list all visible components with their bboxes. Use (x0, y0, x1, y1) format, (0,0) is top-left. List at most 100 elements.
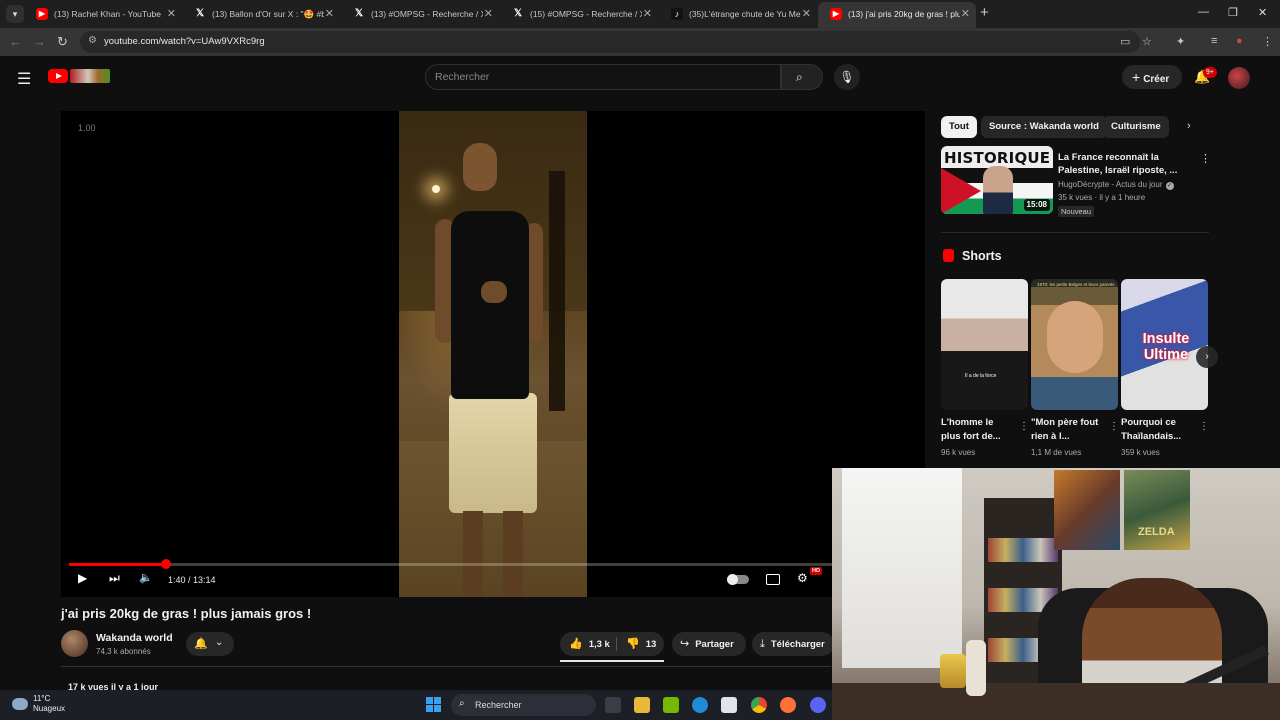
short-card[interactable]: Insulte Ultime Pourquoi ce Thaïlandais..… (1121, 279, 1209, 457)
volume-icon[interactable]: 🔈 (139, 571, 153, 584)
video-frame[interactable] (399, 111, 587, 597)
channel-name[interactable]: Wakanda world (96, 632, 173, 644)
like-button[interactable]: 👍 1,3 k (569, 638, 610, 650)
windows-start-icon[interactable] (426, 697, 442, 713)
share-button[interactable]: ↪ Partager (672, 632, 746, 656)
chevron-right-icon[interactable]: › (1196, 346, 1218, 368)
progress-bar[interactable] (69, 559, 839, 569)
short-title[interactable]: L'homme le plus fort de... (941, 416, 1013, 444)
next-icon[interactable]: ⏭ (109, 571, 120, 586)
browser-tab-1[interactable]: ▶ (13) Rachel Khan - YouTube ✕ (24, 3, 182, 25)
weather-condition[interactable]: Nuageux (33, 704, 65, 713)
chip-culturisme[interactable]: Culturisme (1103, 116, 1169, 138)
profile-icon[interactable]: ● (1236, 35, 1243, 47)
short-card[interactable]: 1970: les petits Belges et leurs parents… (1031, 279, 1119, 457)
browser-tab-5[interactable]: ♪ (35)L'étrange chute de Yu Meng ✕ (659, 3, 817, 25)
short-thumbnail[interactable]: 1970: les petits Belges et leurs parents (1031, 279, 1118, 410)
settings-gear-icon[interactable]: ⚙ (797, 571, 808, 585)
chevron-down-icon: ⌄ (215, 637, 224, 648)
firefox-icon[interactable] (780, 697, 796, 713)
short-thumbnail[interactable]: Insulte Ultime (1121, 279, 1208, 410)
voice-search-icon[interactable]: 🎙 (834, 64, 860, 90)
close-tab-icon[interactable]: ✕ (167, 3, 176, 25)
task-view-icon[interactable] (605, 697, 621, 713)
plus-icon: + (1132, 69, 1141, 85)
chip-source[interactable]: Source : Wakanda world (981, 116, 1107, 138)
site-info-icon[interactable]: ⚙ (88, 35, 97, 46)
video-title: j'ai pris 20kg de gras ! plus jamais gro… (61, 606, 312, 621)
forward-icon[interactable]: → (33, 34, 46, 49)
chevron-right-icon[interactable]: › (1187, 120, 1191, 132)
thumbnail-face (1047, 301, 1103, 373)
account-avatar[interactable] (1228, 67, 1250, 89)
weather-temperature[interactable]: 11°C (33, 694, 50, 703)
close-tab-icon[interactable]: ✕ (961, 2, 970, 26)
browser-tab-4[interactable]: 𝕏 (15) #OMPSG - Recherche / X ✕ (500, 3, 658, 25)
close-tab-icon[interactable]: ✕ (484, 3, 493, 25)
search-input[interactable]: Rechercher (425, 64, 781, 90)
play-icon[interactable]: ▶ (78, 571, 87, 585)
short-views: 96 k vues (941, 448, 976, 457)
recommended-title[interactable]: La France reconnaît la Palestine, Israël… (1058, 151, 1188, 177)
new-tab-icon[interactable]: + (980, 4, 989, 21)
close-tab-icon[interactable]: ✕ (325, 3, 334, 25)
reload-icon[interactable]: ↻ (57, 34, 68, 50)
recommended-thumbnail[interactable]: HISTORIQUE 15:08 (941, 146, 1053, 214)
chip-tout[interactable]: Tout (941, 116, 977, 138)
short-caption: 1970: les petits Belges et leurs parents (1037, 282, 1115, 287)
youtube-icon: ▶ (830, 8, 842, 20)
more-options-icon[interactable]: ⋮ (1200, 152, 1211, 165)
search-button[interactable]: ⌕ (781, 64, 823, 90)
video-player[interactable]: 1.00 ▶ ⏭ 🔈 1:40 / 13:14 ⚙ HD (61, 111, 925, 597)
channel-avatar[interactable] (61, 630, 88, 657)
bookmark-star-icon[interactable]: ☆ (1142, 35, 1152, 48)
short-title[interactable]: "Mon père fout rien à l... (1031, 416, 1103, 444)
back-icon[interactable]: ← (9, 34, 22, 49)
more-options-icon[interactable]: ⋮ (1109, 421, 1119, 432)
address-bar[interactable]: ⚙ youtube.com/watch?v=UAw9VXRc9rg (80, 31, 1140, 53)
more-options-icon[interactable]: ⋮ (1019, 421, 1029, 432)
browser-tab-3[interactable]: 𝕏 (13) #OMPSG - Recherche / X ✕ (341, 3, 499, 25)
street-pole (549, 171, 565, 411)
nvidia-icon[interactable] (663, 697, 679, 713)
x-icon: 𝕏 (513, 8, 523, 19)
close-tab-icon[interactable]: ✕ (802, 3, 811, 25)
short-title[interactable]: Pourquoi ce Thaïlandais... (1121, 416, 1193, 444)
shelf-row (988, 538, 1058, 562)
person-tank-top (451, 211, 529, 399)
minimize-icon[interactable]: — (1198, 6, 1209, 18)
edge-icon[interactable] (692, 697, 708, 713)
more-options-icon[interactable]: ⋮ (1199, 421, 1209, 432)
subscribed-button[interactable]: 🔔 ⌄ (186, 632, 234, 656)
youtube-logo[interactable] (48, 69, 112, 83)
autoplay-toggle[interactable] (727, 574, 749, 585)
browser-menu-icon[interactable]: ⋮ (1262, 35, 1273, 48)
download-button[interactable]: ⤓ Télécharger (752, 632, 834, 656)
divider (61, 666, 831, 667)
cast-icon[interactable]: ▭ (1120, 35, 1130, 48)
close-tab-icon[interactable]: ✕ (643, 3, 652, 25)
short-card[interactable]: Il a de la force L'homme le plus fort de… (941, 279, 1029, 457)
close-window-icon[interactable]: ✕ (1258, 6, 1267, 19)
subtitles-icon[interactable] (766, 574, 780, 585)
short-thumbnail[interactable]: Il a de la force (941, 279, 1028, 410)
cloud-icon[interactable] (12, 698, 28, 710)
like-ratio-bar (560, 660, 664, 662)
progress-scrubber[interactable] (161, 559, 172, 569)
browser-tab-6-active[interactable]: ▶ (13) j'ai pris 20kg de gras ! plus ✕ (818, 2, 976, 28)
taskbar-search[interactable]: ⌕ Rechercher (451, 694, 596, 716)
create-button[interactable]: + Créer (1122, 65, 1182, 89)
chrome-icon[interactable] (751, 697, 767, 713)
dislike-button[interactable]: 👎 13 (626, 632, 656, 657)
menu-icon[interactable]: ☰ (17, 69, 31, 89)
share-label: Partager (695, 639, 734, 650)
file-explorer-icon[interactable] (634, 697, 650, 713)
reading-list-icon[interactable]: ≡ (1211, 35, 1217, 47)
recommended-channel[interactable]: HugoDécrypte - Actus du jour ✓ (1058, 180, 1174, 190)
discord-icon[interactable] (810, 697, 826, 713)
tab-search-button[interactable]: ▾ (6, 5, 24, 23)
browser-tab-2[interactable]: 𝕏 (13) Ballon d'Or sur X : "🤩 #ba ✕ (182, 3, 340, 25)
store-icon[interactable] (721, 697, 737, 713)
extensions-icon[interactable]: ✦ (1176, 35, 1185, 48)
maximize-icon[interactable]: ❐ (1228, 6, 1238, 19)
